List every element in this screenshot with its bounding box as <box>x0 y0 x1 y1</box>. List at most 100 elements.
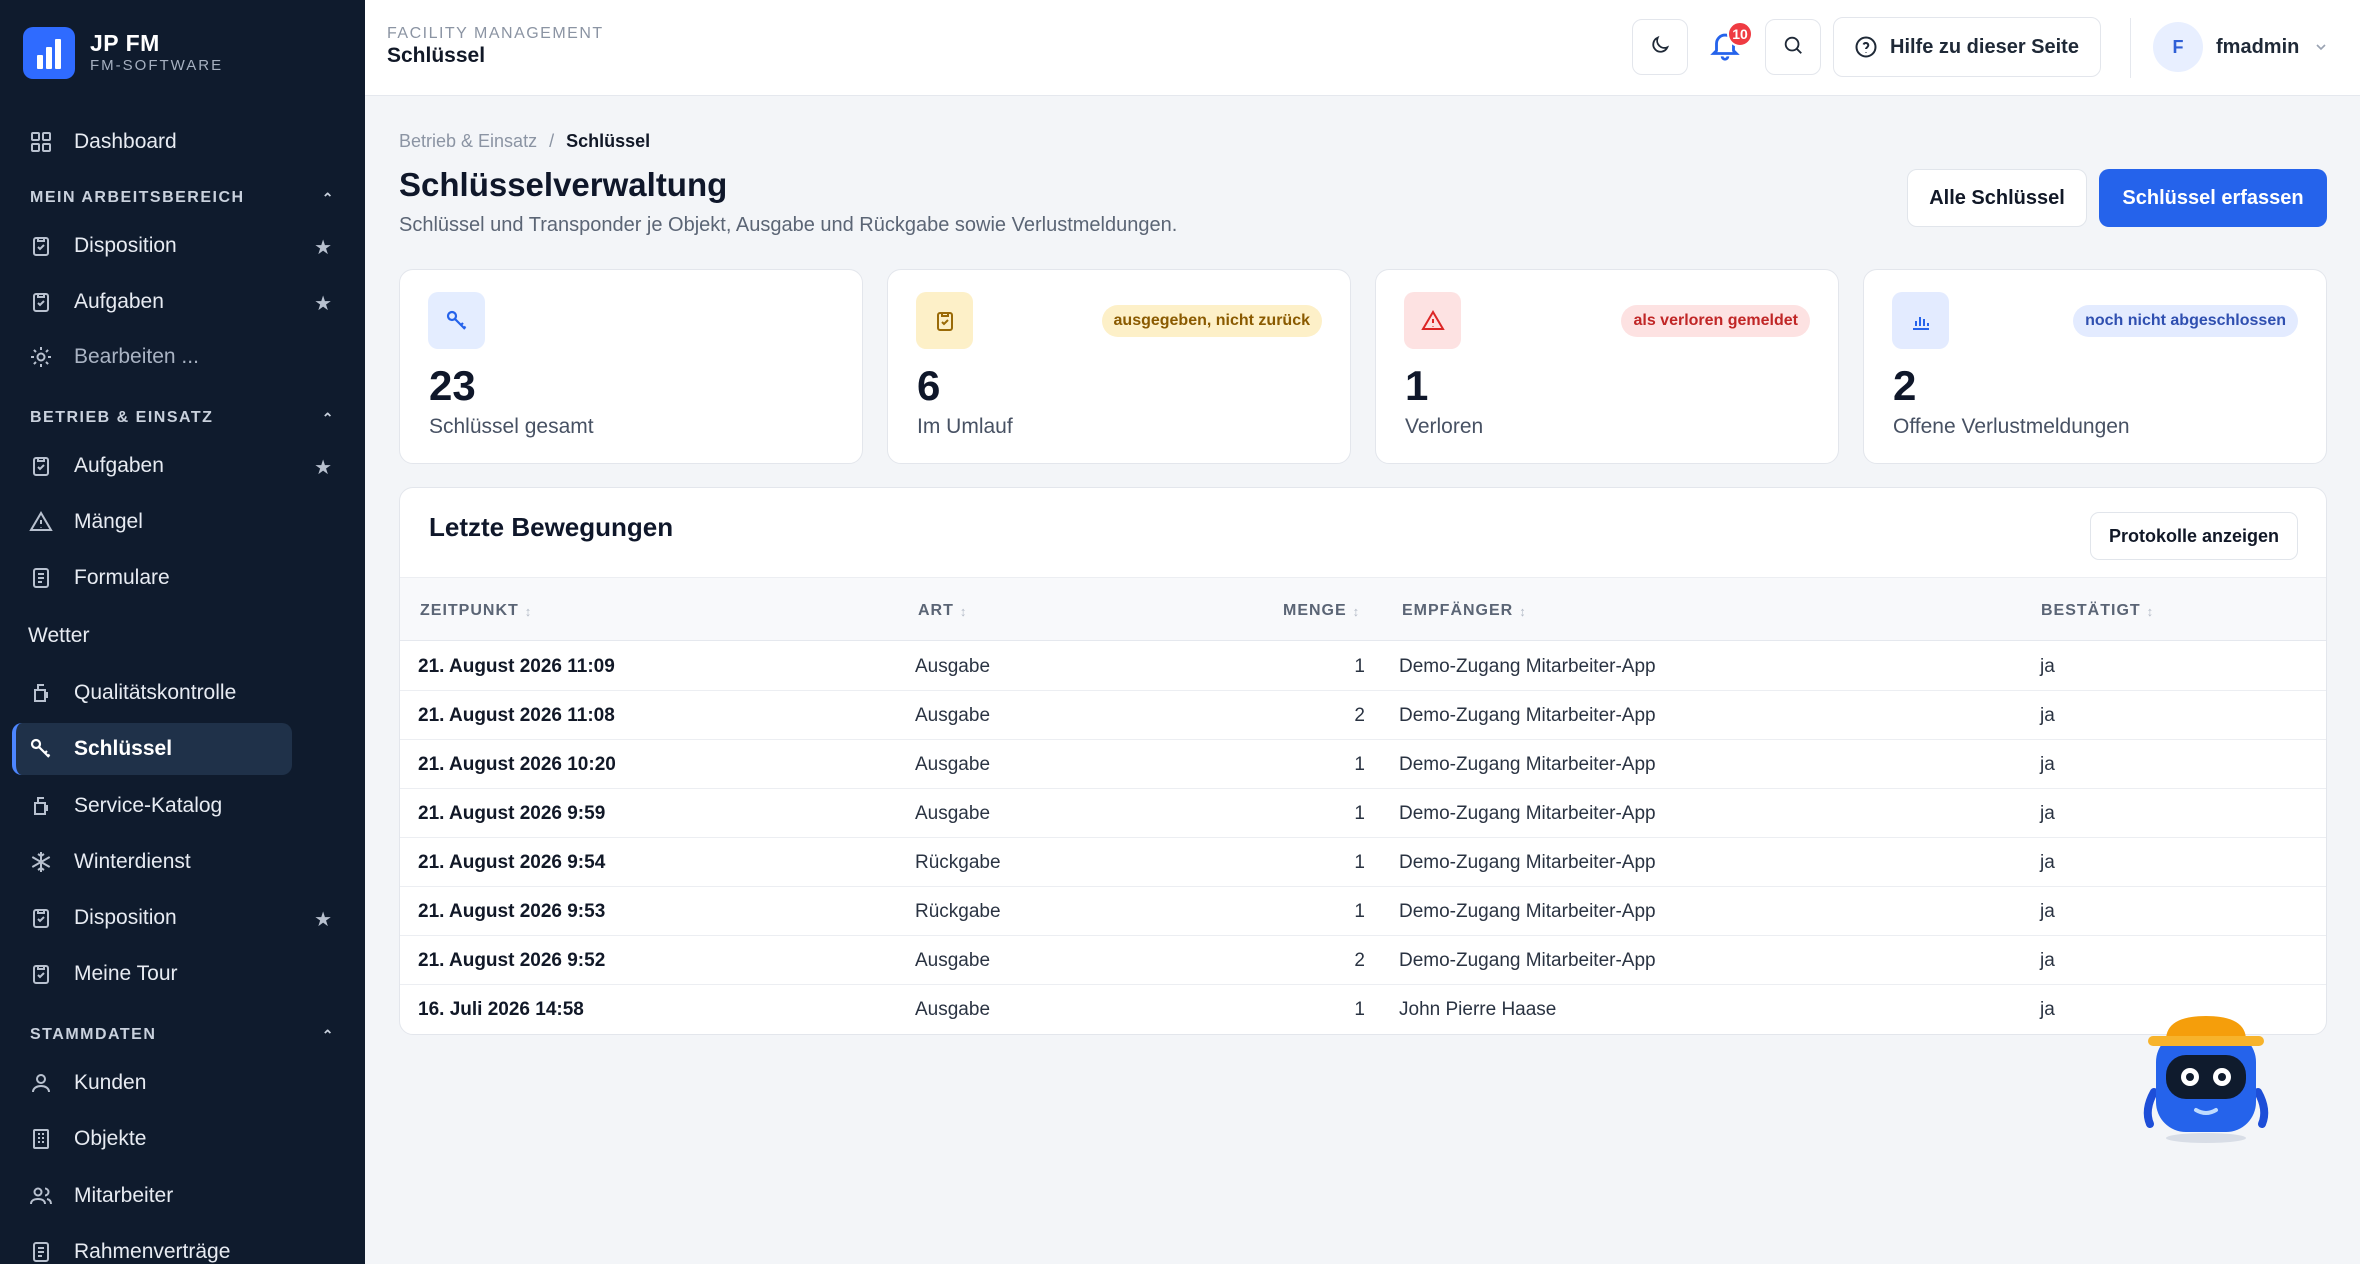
topbar-title: Schlüssel <box>387 44 486 67</box>
stat-card-total[interactable]: 23 Schlüssel gesamt <box>399 269 863 464</box>
notification-count-badge: 10 <box>1727 21 1753 47</box>
movements-panel: Letzte Bewegungen Protokolle anzeigen ZE… <box>399 487 2327 1035</box>
column-header-menge[interactable]: MENGE ↕ <box>1283 602 1360 620</box>
help-button[interactable]: Hilfe zu dieser Seite <box>1833 17 2101 77</box>
column-header-art[interactable]: ART ↕ <box>918 602 967 620</box>
table-row[interactable]: 21. August 2026 11:09 Ausgabe 1 Demo-Zug… <box>400 642 2326 691</box>
show-logs-button[interactable]: Protokolle anzeigen <box>2090 512 2298 560</box>
document-icon <box>28 1239 54 1264</box>
search-icon <box>1782 34 1804 61</box>
star-icon[interactable]: ★ <box>314 907 332 932</box>
column-header-bestaetigt[interactable]: BESTÄTIGT ↕ <box>2041 602 2154 620</box>
column-label: MENGE <box>1283 602 1347 619</box>
cell-menge: 1 <box>1354 852 1365 873</box>
chevron-up-icon: ⌃ <box>321 189 335 206</box>
sidebar-item-dashboard[interactable]: Dashboard <box>12 116 292 168</box>
search-button[interactable] <box>1765 19 1821 75</box>
section-work[interactable]: MEIN ARBEITSBEREICH ⌃ <box>30 189 335 207</box>
table-row[interactable]: 21. August 2026 9:52 Ausgabe 2 Demo-Zuga… <box>400 936 2326 985</box>
sidebar-item-service-katalog[interactable]: Service-Katalog <box>12 780 292 832</box>
user-menu[interactable]: F fmadmin <box>2153 22 2329 72</box>
warning-icon <box>1404 292 1461 349</box>
sidebar-item-rahmenvertraege[interactable]: Rahmenverträge <box>12 1226 292 1264</box>
sidebar-item-maengel[interactable]: Mängel <box>12 496 292 548</box>
sidebar-item-wetter[interactable]: Wetter <box>28 624 89 648</box>
sidebar-item-label: Bearbeiten ... <box>74 345 199 368</box>
cell-time: 21. August 2026 9:54 <box>418 852 606 873</box>
sidebar-item-schluessel[interactable]: Schlüssel <box>12 723 292 775</box>
star-icon[interactable]: ★ <box>314 291 332 316</box>
user-name: fmadmin <box>2216 35 2300 58</box>
table-row[interactable]: 21. August 2026 9:54 Rückgabe 1 Demo-Zug… <box>400 838 2326 887</box>
table-row[interactable]: 21. August 2026 9:53 Rückgabe 1 Demo-Zug… <box>400 887 2326 936</box>
sidebar-item-qualitaetskontrolle[interactable]: Qualitätskontrolle <box>12 667 292 719</box>
assistant-mascot-button[interactable] <box>2136 1010 2276 1145</box>
section-ops[interactable]: BETRIEB & EINSATZ ⌃ <box>30 409 335 427</box>
star-icon[interactable]: ★ <box>314 235 332 260</box>
table-row[interactable]: 21. August 2026 11:08 Ausgabe 2 Demo-Zug… <box>400 691 2326 740</box>
users-icon <box>28 1183 54 1209</box>
cell-bestaetigt: ja <box>2040 950 2055 971</box>
grid-icon <box>28 129 54 155</box>
create-key-button[interactable]: Schlüssel erfassen <box>2099 169 2327 227</box>
column-label: ART <box>918 602 954 619</box>
cell-empfaenger: John Pierre Haase <box>1399 999 1557 1020</box>
table-row[interactable]: 21. August 2026 10:20 Ausgabe 1 Demo-Zug… <box>400 740 2326 789</box>
brand[interactable]: JP FM FM-SOFTWARE <box>23 27 223 79</box>
stat-value: 1 <box>1405 362 1429 409</box>
sidebar-item-aufgaben-ops[interactable]: Aufgaben ★ <box>12 440 332 492</box>
star-icon[interactable]: ★ <box>314 455 332 480</box>
page-title: Schlüsselverwaltung <box>399 166 728 203</box>
clipboard-check-icon <box>916 292 973 349</box>
sidebar-item-winterdienst[interactable]: Winterdienst <box>12 836 292 888</box>
notifications-button[interactable]: 10 <box>1697 19 1753 75</box>
sidebar-item-label: Aufgaben <box>74 290 164 313</box>
sidebar-item-kunden[interactable]: Kunden <box>12 1057 292 1109</box>
all-keys-button[interactable]: Alle Schlüssel <box>1907 169 2087 227</box>
stat-label: Verloren <box>1405 415 1484 438</box>
column-label: BESTÄTIGT <box>2041 602 2141 619</box>
sidebar-item-disposition-ops[interactable]: Disposition ★ <box>12 892 332 944</box>
sidebar-item-aufgaben[interactable]: Aufgaben ★ <box>12 276 332 328</box>
sidebar-item-disposition[interactable]: Disposition ★ <box>12 220 332 272</box>
breadcrumb-separator: / <box>549 131 555 151</box>
cell-time: 21. August 2026 11:08 <box>418 705 615 726</box>
cell-art: Ausgabe <box>915 999 991 1020</box>
table-row[interactable]: 21. August 2026 9:59 Ausgabe 1 Demo-Zuga… <box>400 789 2326 838</box>
breadcrumb-parent[interactable]: Betrieb & Einsatz <box>399 131 537 152</box>
clipboard-check-icon <box>28 233 54 259</box>
sidebar-item-label: Schlüssel <box>74 737 173 760</box>
sidebar-item-mitarbeiter[interactable]: Mitarbeiter <box>12 1170 292 1222</box>
stat-card-lost[interactable]: als verloren gemeldet 1 Verloren <box>1375 269 1839 464</box>
cell-bestaetigt: ja <box>2040 656 2055 677</box>
sidebar-item-bearbeiten[interactable]: Bearbeiten ... <box>12 331 292 383</box>
sidebar-item-formulare[interactable]: Formulare <box>12 552 292 604</box>
sidebar-item-meine-tour[interactable]: Meine Tour <box>12 948 292 1000</box>
table-row[interactable]: 16. Juli 2026 14:58 Ausgabe 1 John Pierr… <box>400 985 2326 1034</box>
stat-card-open-reports[interactable]: noch nicht abgeschlossen 2 Offene Verlus… <box>1863 269 2327 464</box>
section-master[interactable]: STAMMDATEN ⌃ <box>30 1026 335 1044</box>
sort-icon: ↕ <box>1352 603 1361 619</box>
cell-empfaenger: Demo-Zugang Mitarbeiter-App <box>1399 803 1656 824</box>
building-icon <box>28 1126 54 1152</box>
cup-icon <box>28 680 54 706</box>
cell-bestaetigt: ja <box>2040 705 2055 726</box>
cell-empfaenger: Demo-Zugang Mitarbeiter-App <box>1399 901 1656 922</box>
cell-menge: 1 <box>1354 901 1365 922</box>
sidebar-item-label: Formulare <box>74 566 170 589</box>
cell-menge: 2 <box>1354 705 1365 726</box>
status-badge: noch nicht abgeschlossen <box>2073 305 2298 337</box>
sidebar-item-objekte[interactable]: Objekte <box>12 1113 292 1165</box>
robot-mascot-icon <box>2143 1016 2269 1143</box>
section-work-label: MEIN ARBEITSBEREICH <box>30 189 245 206</box>
stat-card-circulating[interactable]: ausgegeben, nicht zurück 6 Im Umlauf <box>887 269 1351 464</box>
snowflake-icon <box>28 849 54 875</box>
sort-icon: ↕ <box>524 603 533 619</box>
column-header-zeitpunkt[interactable]: ZEITPUNKT ↕ <box>420 602 532 620</box>
key-icon <box>28 736 54 762</box>
sidebar-item-label: Service-Katalog <box>74 794 223 817</box>
clipboard-check-icon <box>28 905 54 931</box>
column-header-empfaenger[interactable]: EMPFÄNGER ↕ <box>1402 602 1527 620</box>
dark-mode-button[interactable] <box>1632 19 1688 75</box>
cell-menge: 1 <box>1354 754 1365 775</box>
